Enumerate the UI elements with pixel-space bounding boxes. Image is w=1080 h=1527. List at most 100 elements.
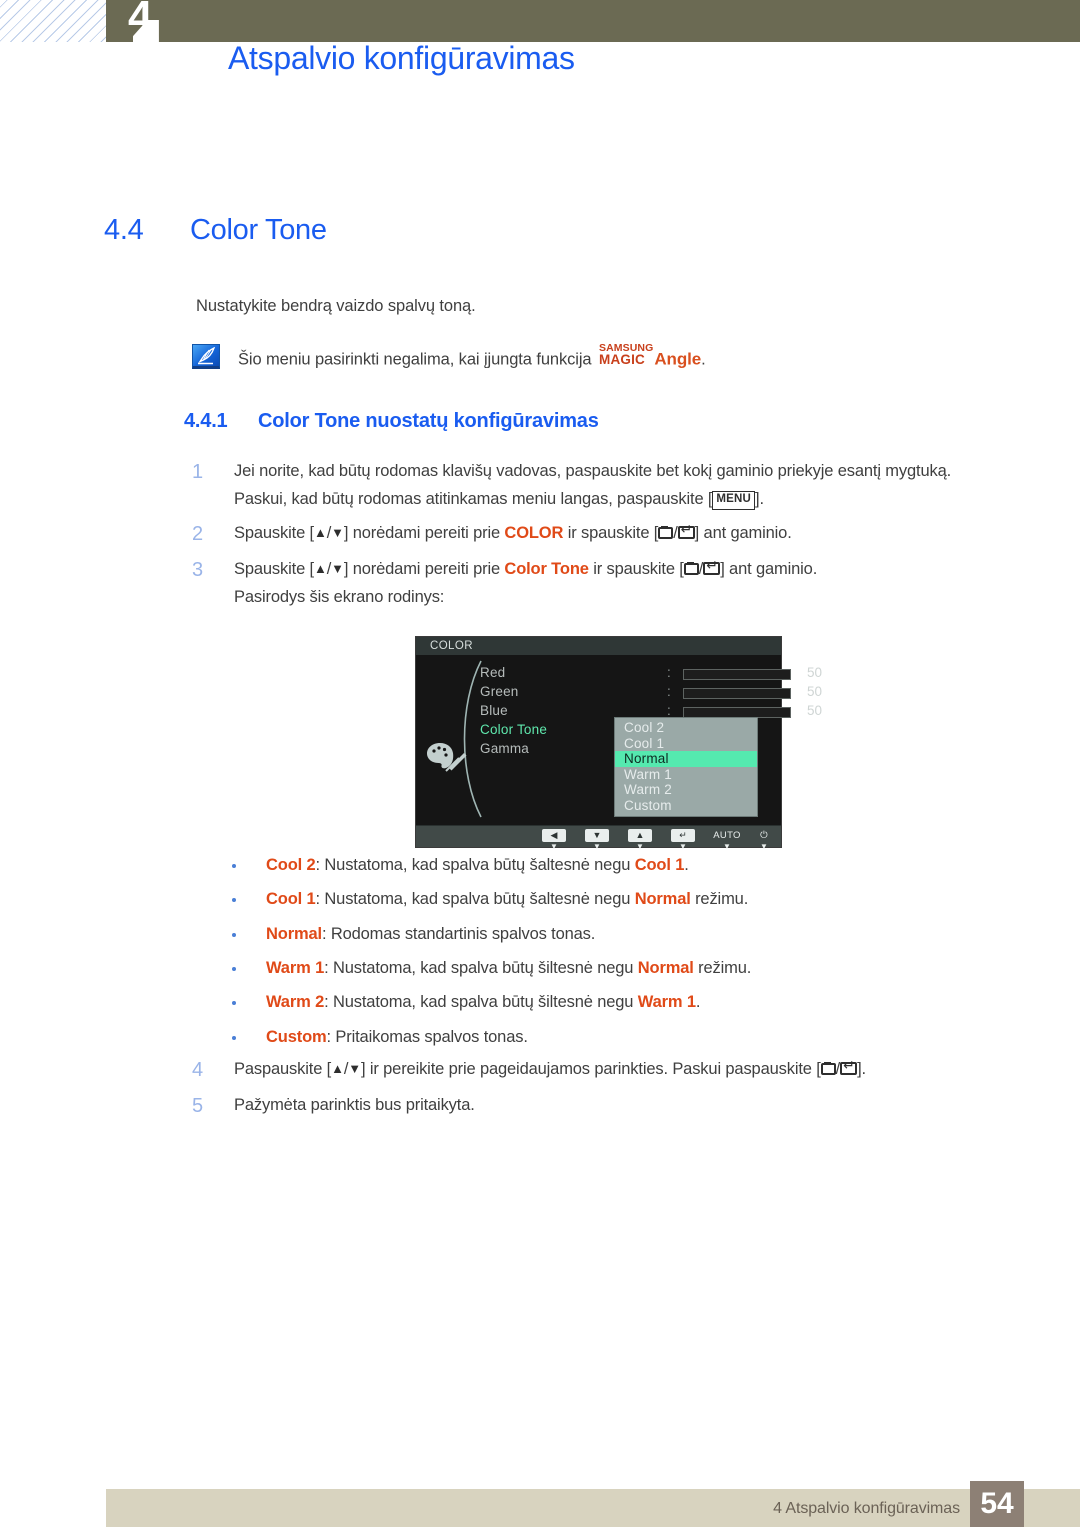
dropdown-item-cool-2[interactable]: Cool 2	[615, 720, 757, 736]
bullet-tail: režimu.	[693, 959, 752, 977]
step-5: 5 Pažymėta parinktis bus pritaikyta.	[192, 1095, 1012, 1117]
manual-page: 4 Atspalvio konfigūravimas 4.4 Color Tone…	[0, 0, 1080, 1527]
bullet-text: Custom: Pritaikomas spalvos tonas.	[266, 1028, 528, 1047]
subsection-heading: 4.4.1 Color Tone nuostatų konfigūravimas	[184, 410, 599, 433]
step-4-number: 4	[192, 1059, 203, 1081]
section-title: Color Tone	[190, 214, 327, 246]
power-icon: ⏻	[760, 830, 768, 841]
step-1: 1 Jei norite, kad būtų rodomas klavišų v…	[192, 461, 1012, 510]
step-5-number: 5	[192, 1095, 203, 1117]
left-arrow-button[interactable]: ◀ ▼	[541, 829, 567, 851]
step-2-suffix: ] ant gaminio.	[694, 524, 792, 542]
bullet-dot-icon	[232, 864, 236, 868]
list-item: Warm 2: Nustatoma, kad spalva būtų šilte…	[232, 993, 700, 1012]
source-key-icon	[683, 562, 699, 575]
subsection-title: Color Tone nuostatų konfigūravimas	[258, 410, 599, 432]
power-button[interactable]: ⏻ ▼	[753, 829, 775, 851]
dropdown-item-warm-2[interactable]: Warm 2	[615, 782, 757, 798]
osd-row-red[interactable]: Red : 50	[480, 665, 822, 684]
step-3-color-tone-label: Color Tone	[504, 560, 589, 578]
bullet-text: Warm 1: Nustatoma, kad spalva būtų šilte…	[266, 959, 751, 978]
step-3-text: Spauskite [▲/▼] norėdami pereiti prie Co…	[234, 558, 1012, 579]
osd-row-label: Gamma	[480, 741, 530, 756]
step-3-mid: ] norėdami pereiti prie	[343, 560, 505, 578]
samsung-magic-logo: SAMSUNG MAGIC	[599, 343, 653, 366]
step-4-mid: ] ir pereikite prie pageidaujamos parink…	[360, 1060, 821, 1078]
osd-row-colon: :	[667, 665, 671, 680]
down-arrow-icon: ▼	[585, 829, 609, 842]
bullet-ref: Normal	[634, 890, 691, 908]
bullet-text: Cool 2: Nustatoma, kad spalva būtų šalte…	[266, 856, 689, 875]
header-title: Atspalvio konfigūravimas	[228, 40, 575, 76]
left-arrow-icon: ◀	[542, 829, 566, 842]
header-chapter-number: 4	[128, 0, 152, 41]
step-2-color-label: COLOR	[504, 524, 564, 542]
osd-row-colon: :	[667, 703, 671, 718]
down-arrow-icon: ▼	[331, 561, 344, 576]
dropdown-item-warm-1[interactable]: Warm 1	[615, 767, 757, 783]
auto-label: AUTO	[713, 830, 741, 841]
osd-slider-red[interactable]	[683, 669, 791, 680]
bullet-term: Custom	[266, 1028, 327, 1046]
step-2-number: 2	[192, 523, 203, 545]
note-text-after: .	[701, 350, 706, 369]
auto-button[interactable]: AUTO ▼	[709, 829, 745, 851]
source-key-icon	[658, 526, 674, 539]
bullet-mid: : Rodomas standartinis spalvos tonas.	[321, 925, 596, 943]
step-5-text: Pažymėta parinktis bus pritaikyta.	[234, 1096, 475, 1114]
bullet-dot-icon	[232, 1036, 236, 1040]
osd-row-colon: :	[667, 684, 671, 699]
up-arrow-icon: ▲	[313, 525, 327, 540]
dropdown-item-custom[interactable]: Custom	[615, 798, 757, 814]
magic-angle-word: Angle	[654, 349, 702, 369]
caret-icon: ▼	[550, 842, 558, 851]
caret-icon: ▼	[760, 842, 768, 851]
bullet-dot-icon	[232, 898, 236, 902]
osd-row-value: 50	[807, 665, 823, 680]
header-hatch-pattern	[0, 0, 106, 42]
up-arrow-icon: ▲	[331, 1061, 344, 1076]
enter-button[interactable]: ↵ ▼	[670, 829, 696, 851]
dropdown-item-cool-1[interactable]: Cool 1	[615, 736, 757, 752]
enter-key-icon	[677, 522, 695, 539]
palette-icon	[427, 743, 467, 772]
step-3-suffix: ] ant gaminio.	[720, 560, 818, 578]
osd-row-label: Red	[480, 665, 506, 680]
caret-icon: ▼	[723, 842, 731, 851]
magic-line-2: MAGIC	[599, 351, 645, 367]
bullet-term: Cool 2	[266, 856, 316, 874]
step-4-prefix: Paspauskite [	[234, 1060, 332, 1078]
bullet-tail: .	[684, 856, 689, 874]
down-arrow-button[interactable]: ▼ ▼	[584, 829, 610, 851]
note-quill-icon	[192, 344, 220, 369]
bullet-mid: : Pritaikomas spalvos tonas.	[326, 1028, 528, 1046]
step-4-text: Paspauskite [▲/▼] ir pereikite prie page…	[234, 1058, 1012, 1079]
list-item: Cool 1: Nustatoma, kad spalva būtų šalte…	[232, 890, 748, 909]
step-1-line-2-prefix: Paskui, kad būtų rodomas atitinkamas men…	[234, 490, 713, 508]
bullet-term: Cool 1	[266, 890, 316, 908]
bullet-term: Warm 1	[266, 959, 325, 977]
up-arrow-icon: ▲	[628, 829, 652, 842]
footer-page-number: 54	[970, 1481, 1024, 1527]
osd-color-tone-dropdown[interactable]: Cool 2 Cool 1 Normal Warm 1 Warm 2 Custo…	[614, 717, 758, 817]
enter-key-icon	[703, 558, 721, 575]
bullet-ref: Normal	[637, 959, 694, 977]
dropdown-item-normal[interactable]: Normal	[615, 751, 757, 767]
bullet-mid: : Nustatoma, kad spalva būtų šaltesnė ne…	[315, 890, 635, 908]
bullet-text: Normal: Rodomas standartinis spalvos ton…	[266, 925, 595, 944]
step-2: 2 Spauskite [▲/▼] norėdami pereiti prie …	[192, 522, 1012, 545]
enter-icon: ↵	[671, 829, 695, 842]
step-3-prefix: Spauskite [	[234, 560, 314, 578]
up-arrow-button[interactable]: ▲ ▼	[627, 829, 653, 851]
osd-row-green[interactable]: Green : 50	[480, 684, 822, 703]
osd-footer-bar: ◀ ▼ ▼ ▼ ▲ ▼ ↵ ▼ AUTO ▼ ⏻ ▼	[416, 825, 781, 851]
bullet-term: Normal	[266, 925, 322, 943]
osd-row-value: 50	[807, 703, 823, 718]
bullet-text: Warm 2: Nustatoma, kad spalva būtų šilte…	[266, 993, 700, 1012]
step-2-mid: ] norėdami pereiti prie	[343, 524, 505, 542]
bullet-dot-icon	[232, 967, 236, 971]
step-3-mid2: ir spauskite [	[588, 560, 684, 578]
osd-row-value: 50	[807, 684, 823, 699]
osd-row-label: Green	[480, 684, 519, 699]
osd-slider-green[interactable]	[683, 688, 791, 699]
